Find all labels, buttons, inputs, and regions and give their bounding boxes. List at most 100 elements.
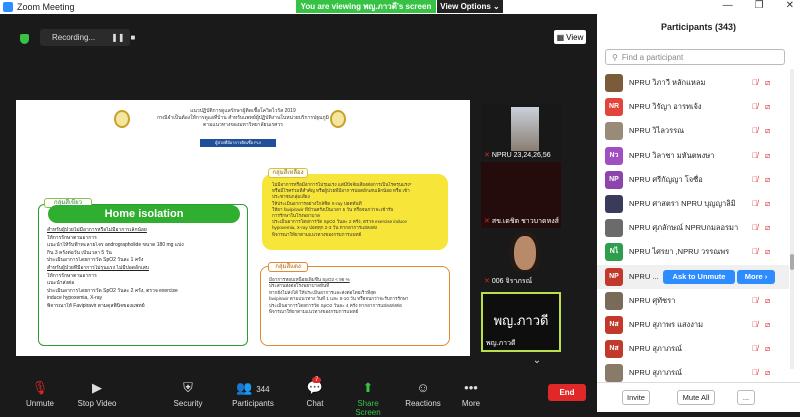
participant-name: NPRU วิภาวี หลักแหลม xyxy=(629,78,706,87)
chat-badge: 7 xyxy=(312,377,322,383)
scrollbar-thumb[interactable] xyxy=(790,254,794,270)
video-off-icon: ⧄ xyxy=(765,174,771,184)
participants-panel: Participants (343) ⚲ Find a participant … xyxy=(597,14,800,412)
avatar xyxy=(605,291,623,310)
recording-indicator: Recording... ❚❚ ■ xyxy=(40,29,135,46)
participant-row[interactable]: Nส NPRU สุภาพร แสงงาม 🎙̸ ⧄ xyxy=(597,313,789,337)
tile-name: ✕ สข.เดชิต ชาวบาดหงส์ xyxy=(484,218,559,225)
avatar: NR xyxy=(605,98,623,117)
yellow-group-box: ไม่มีอาการหรือมีอาการไม่รุนแรง แต่มีปัจจ… xyxy=(262,174,448,250)
security-button[interactable]: ⛨ Security xyxy=(170,380,206,408)
view-button[interactable]: ▦ View xyxy=(554,30,586,44)
mic-muted-icon: 🎙̸ xyxy=(752,126,758,136)
video-off-icon: ⧄ xyxy=(765,247,771,257)
chat-button[interactable]: 💬 7 Chat xyxy=(302,377,328,408)
scrollbar-track[interactable] xyxy=(790,69,794,369)
reactions-button[interactable]: ☺ Reactions xyxy=(404,380,442,408)
people-icon: 👥 344 xyxy=(236,380,270,395)
viewing-banner: You are viewing พญ.ภาวดี's screen xyxy=(296,0,436,13)
window-controls: — ❐ ✕ xyxy=(723,0,794,11)
mic-muted-icon: 🎙̸ xyxy=(752,320,758,329)
stop-recording-icon[interactable]: ■ xyxy=(131,33,136,42)
end-button[interactable]: End xyxy=(548,384,586,401)
meeting-toolbar: 🎙 Unmute ▶ Stop Video ⛨ Security 👥 344 P… xyxy=(0,368,592,417)
slide-header: แนวปฏิบัติการดูแลรักษาผู้ติดเชื้อโควิดไว… xyxy=(157,108,329,128)
panel-footer: Invite Mute All ... xyxy=(597,382,800,412)
ask-to-unmute-button[interactable]: Ask to Unmute xyxy=(663,269,735,284)
pause-recording-icon[interactable]: ❚❚ xyxy=(111,33,124,42)
participant-name: NPRU วิรัญา อารทเจ้ง xyxy=(629,102,702,112)
search-icon: ⚲ xyxy=(612,52,618,62)
mute-all-button[interactable]: Mute All xyxy=(677,390,715,405)
participant-more-button[interactable]: More › xyxy=(737,269,775,284)
more-options-button[interactable]: ... xyxy=(737,390,755,405)
avatar: Nว xyxy=(605,146,623,165)
participant-row[interactable]: Nว NPRU วิลาชา มหันตพงษา 🎙̸ ⧄ xyxy=(597,144,789,168)
share-screen-button[interactable]: ⬆ Share Screen xyxy=(344,380,392,417)
video-camera-icon: ▶ xyxy=(92,380,102,395)
participant-row[interactable]: NP NPRU ... Ask to Unmute More › xyxy=(597,264,789,289)
participant-row[interactable]: NPRU ศาสตรา NPRU บุญญาลิมิ 🎙̸ ⧄ xyxy=(597,192,789,216)
view-label: View xyxy=(566,32,584,42)
more-icon: ••• xyxy=(464,380,478,395)
minimize-icon[interactable]: — xyxy=(723,0,733,11)
participant-row[interactable]: NP NPRU ศรีกัญญา โจซื่อ 🎙̸ ⧄ xyxy=(597,168,789,192)
video-tile[interactable]: ✕ 006 จิราภรณ์ xyxy=(481,230,561,288)
share-screen-icon: ⬆ xyxy=(362,380,374,395)
mic-muted-icon: 🎙̸ xyxy=(752,174,758,184)
stop-video-button[interactable]: ▶ Stop Video xyxy=(74,380,120,408)
video-off-icon: ⧄ xyxy=(765,102,771,112)
close-icon[interactable]: ✕ xyxy=(786,0,794,11)
smile-icon: ☺ xyxy=(416,380,430,395)
participant-row[interactable]: NR NPRU วิรัญา อารทเจ้ง 🎙̸ ⧄ xyxy=(597,95,789,119)
participant-row[interactable]: NPRU วิไลวรรณ 🎙̸ ⧄ xyxy=(597,119,789,143)
mic-muted-icon: 🎙 xyxy=(31,380,49,395)
participant-name: NPRU สุภาภรณ์ xyxy=(629,344,682,354)
mic-muted-icon: 🎙̸ xyxy=(752,102,758,112)
avatar xyxy=(605,74,623,92)
more-button[interactable]: ••• More xyxy=(456,380,486,408)
mic-muted-icon: ✕ xyxy=(484,218,490,225)
participant-name: NPRU ศรีกัญญา โจซื่อ xyxy=(629,174,703,184)
participant-row[interactable]: NPRU วิภาวี หลักแหลม 🎙̸ ⧄ xyxy=(597,71,789,95)
participants-button[interactable]: 👥 344 Participants xyxy=(228,380,278,408)
meeting-area: Recording... ❚❚ ■ ▦ View แนวปฏิบัติการดู… xyxy=(0,14,592,368)
home-isolation-title: Home isolation xyxy=(48,205,240,223)
orange-group-box: มีอาการหอบเหนื่อยเพิ่มขึ้น SpO2 < 96 % ป… xyxy=(260,266,450,346)
zoom-logo-icon xyxy=(3,2,13,12)
chevron-down-icon[interactable]: ⌄ xyxy=(527,354,547,368)
video-tile[interactable]: ✕ สข.เดชิต ชาวบาดหงส์ xyxy=(481,162,561,228)
video-tile[interactable]: ✕ NPRU 23,24,26,56 xyxy=(481,104,561,160)
avatar xyxy=(605,122,623,141)
mic-muted-icon: 🎙̸ xyxy=(752,150,758,160)
avatar xyxy=(605,219,623,238)
avatar: NP xyxy=(605,267,623,286)
participant-row[interactable]: Nส NPRU สุภาภรณ์ 🎙̸ ⧄ xyxy=(597,337,789,361)
video-off-icon: ⧄ xyxy=(765,126,771,136)
mic-muted-icon: 🎙̸ xyxy=(752,247,758,257)
shared-screen: แนวปฏิบัติการดูแลรักษาผู้ติดเชื้อโควิดไว… xyxy=(16,100,470,356)
active-speaker-tile[interactable]: พญ.ภาวดี พญ.ภาวดี xyxy=(481,292,561,352)
participant-row[interactable]: NPRU ศุภลักษณ์ NPRUกมลอรมา 🎙̸ ⧄ xyxy=(597,216,789,240)
maximize-icon[interactable]: ❐ xyxy=(755,0,764,11)
pui-bar: ผู้ป่วยที่มีอาการติดเชื้อ PUI xyxy=(200,139,276,147)
avatar: Nส xyxy=(605,340,623,359)
participant-face xyxy=(514,236,536,270)
avatar xyxy=(605,364,623,383)
video-off-icon: ⧄ xyxy=(765,320,771,329)
tile-name: ✕ 006 จิราภรณ์ xyxy=(484,278,533,285)
participant-row[interactable]: NPRU ศุทัชรา 🎙̸ ⧄ xyxy=(597,289,789,313)
mic-muted-icon: 🎙̸ xyxy=(752,295,758,305)
view-options-button[interactable]: View Options ⌄ xyxy=(437,0,503,13)
participant-name: NPRU ไศรยา ,NPRU วรรณพร xyxy=(629,247,730,257)
participant-row[interactable]: Nไ NPRU ไศรยา ,NPRU วรรณพร 🎙̸ ⧄ xyxy=(597,240,789,264)
invite-button[interactable]: Invite xyxy=(622,390,650,405)
recording-label: Recording... xyxy=(52,33,96,42)
tile-name: ✕ NPRU 23,24,26,56 xyxy=(484,152,551,159)
video-off-icon: ⧄ xyxy=(765,223,771,233)
window-title: Zoom Meeting xyxy=(17,2,75,12)
encryption-shield-icon[interactable] xyxy=(20,34,29,44)
participant-search-input[interactable]: ⚲ Find a participant xyxy=(605,49,785,65)
unmute-button[interactable]: 🎙 Unmute xyxy=(22,380,58,408)
tile-name: พญ.ภาวดี xyxy=(486,340,516,347)
